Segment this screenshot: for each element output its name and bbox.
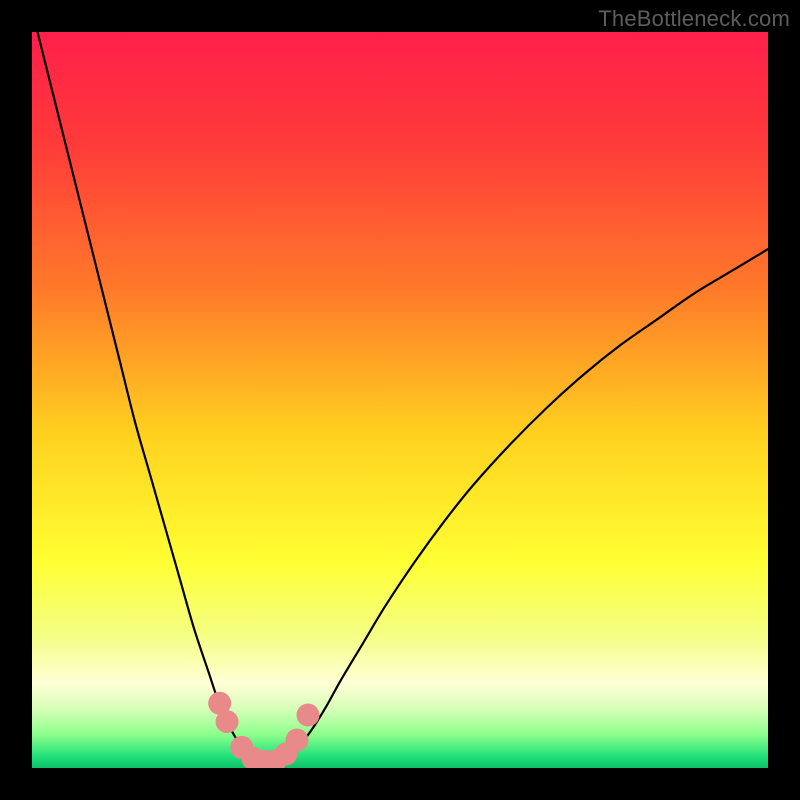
bottleneck-chart	[32, 32, 768, 768]
plot-area	[32, 32, 768, 768]
watermark-text: TheBottleneck.com	[598, 6, 790, 32]
marker-dot	[297, 704, 320, 727]
chart-frame: TheBottleneck.com	[0, 0, 800, 800]
marker-dot	[285, 729, 308, 752]
gradient-background	[32, 32, 768, 768]
marker-dot	[216, 710, 239, 733]
